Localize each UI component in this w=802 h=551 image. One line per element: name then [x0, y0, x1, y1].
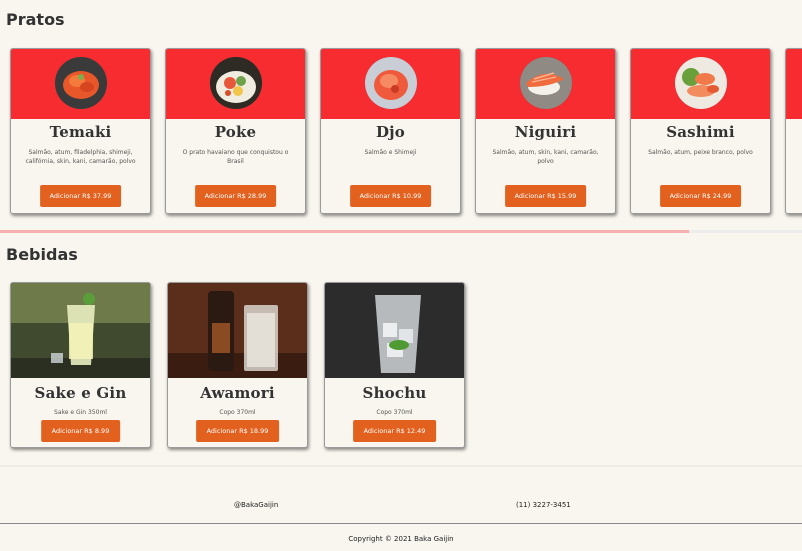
temaki-photo [54, 57, 107, 109]
drink-description: Copo 370ml [376, 409, 413, 416]
section-divider [0, 465, 802, 467]
drink-card-awamori: Awamori Copo 370ml Adicionar R$ 18.99 [167, 282, 308, 448]
dish-description: Salmão, atum, peixe branco, polvo [648, 149, 753, 156]
dish-description: Salmão, atum, skin, kani, camarão, polvo [492, 149, 599, 165]
footer-copyright: Copyright © 2021 Baka Gaijin [348, 535, 454, 543]
drink-description: Copo 370ml [219, 409, 256, 416]
dish-name: Poke [214, 123, 257, 141]
drink-name: Awamori [200, 384, 275, 402]
drink-description: Sake e Gin 350ml [54, 409, 107, 416]
dish-description: O prato havaiano que conquistou o Brasil [182, 149, 289, 165]
drink-name: Sake e Gin [34, 384, 127, 402]
dish-banner [631, 49, 770, 119]
add-sake-gin-button[interactable]: Adicionar R$ 8.99 [40, 420, 121, 442]
dish-name: Djo [375, 123, 406, 141]
dish-banner [166, 49, 305, 119]
add-shochu-button[interactable]: Adicionar R$ 12.49 [352, 420, 437, 442]
dish-card-partial [785, 48, 802, 214]
add-temaki-button[interactable]: Adicionar R$ 37.99 [39, 185, 122, 207]
add-djo-button[interactable]: Adicionar R$ 10.99 [349, 185, 432, 207]
add-awamori-button[interactable]: Adicionar R$ 18.99 [195, 420, 280, 442]
niguiri-photo [519, 57, 572, 109]
add-sashimi-button[interactable]: Adicionar R$ 24.99 [659, 185, 742, 207]
dish-description: Salmão, atum, filadelphia, shimeji, cali… [25, 149, 136, 165]
footer-divider [0, 523, 802, 524]
add-niguiri-button[interactable]: Adicionar R$ 15.99 [504, 185, 587, 207]
drink-name: Shochu [362, 384, 427, 402]
dish-card-sashimi: Sashimi Salmão, atum, peixe branco, polv… [630, 48, 771, 214]
horizontal-scrollbar[interactable] [0, 230, 802, 233]
footer-phone: (11) 3227-3451 [516, 501, 571, 509]
dish-banner [786, 49, 802, 119]
dish-description: Salmão e Shimeji [364, 149, 417, 156]
drink-card-sake-gin: Sake e Gin Sake e Gin 350ml Adicionar R$… [10, 282, 151, 448]
djo-photo [364, 57, 417, 109]
dish-card-poke: Poke O prato havaiano que conquistou o B… [165, 48, 306, 214]
poke-photo [209, 57, 262, 109]
dish-name: Temaki [49, 123, 112, 141]
shochu-photo [325, 283, 464, 378]
dish-banner [476, 49, 615, 119]
bebidas-section-title: Bebidas [6, 245, 78, 264]
sake-gin-photo [11, 283, 150, 378]
dish-card-niguiri: Niguiri Salmão, atum, skin, kani, camarã… [475, 48, 616, 214]
scrollbar-thumb[interactable] [0, 230, 689, 233]
pratos-section-title: Pratos [6, 10, 65, 29]
footer-social-handle[interactable]: @BakaGaijin [234, 501, 278, 509]
sashimi-photo [674, 57, 727, 109]
drink-card-shochu: Shochu Copo 370ml Adicionar R$ 12.49 [324, 282, 465, 448]
dish-card-djo: Djo Salmão e Shimeji Adicionar R$ 10.99 [320, 48, 461, 214]
dish-banner [321, 49, 460, 119]
add-poke-button[interactable]: Adicionar R$ 28.99 [194, 185, 277, 207]
dish-card-temaki: Temaki Salmão, atum, filadelphia, shimej… [10, 48, 151, 214]
dish-name: Niguiri [514, 123, 577, 141]
dish-name: Sashimi [666, 123, 735, 141]
dish-banner [11, 49, 150, 119]
awamori-photo [168, 283, 307, 378]
